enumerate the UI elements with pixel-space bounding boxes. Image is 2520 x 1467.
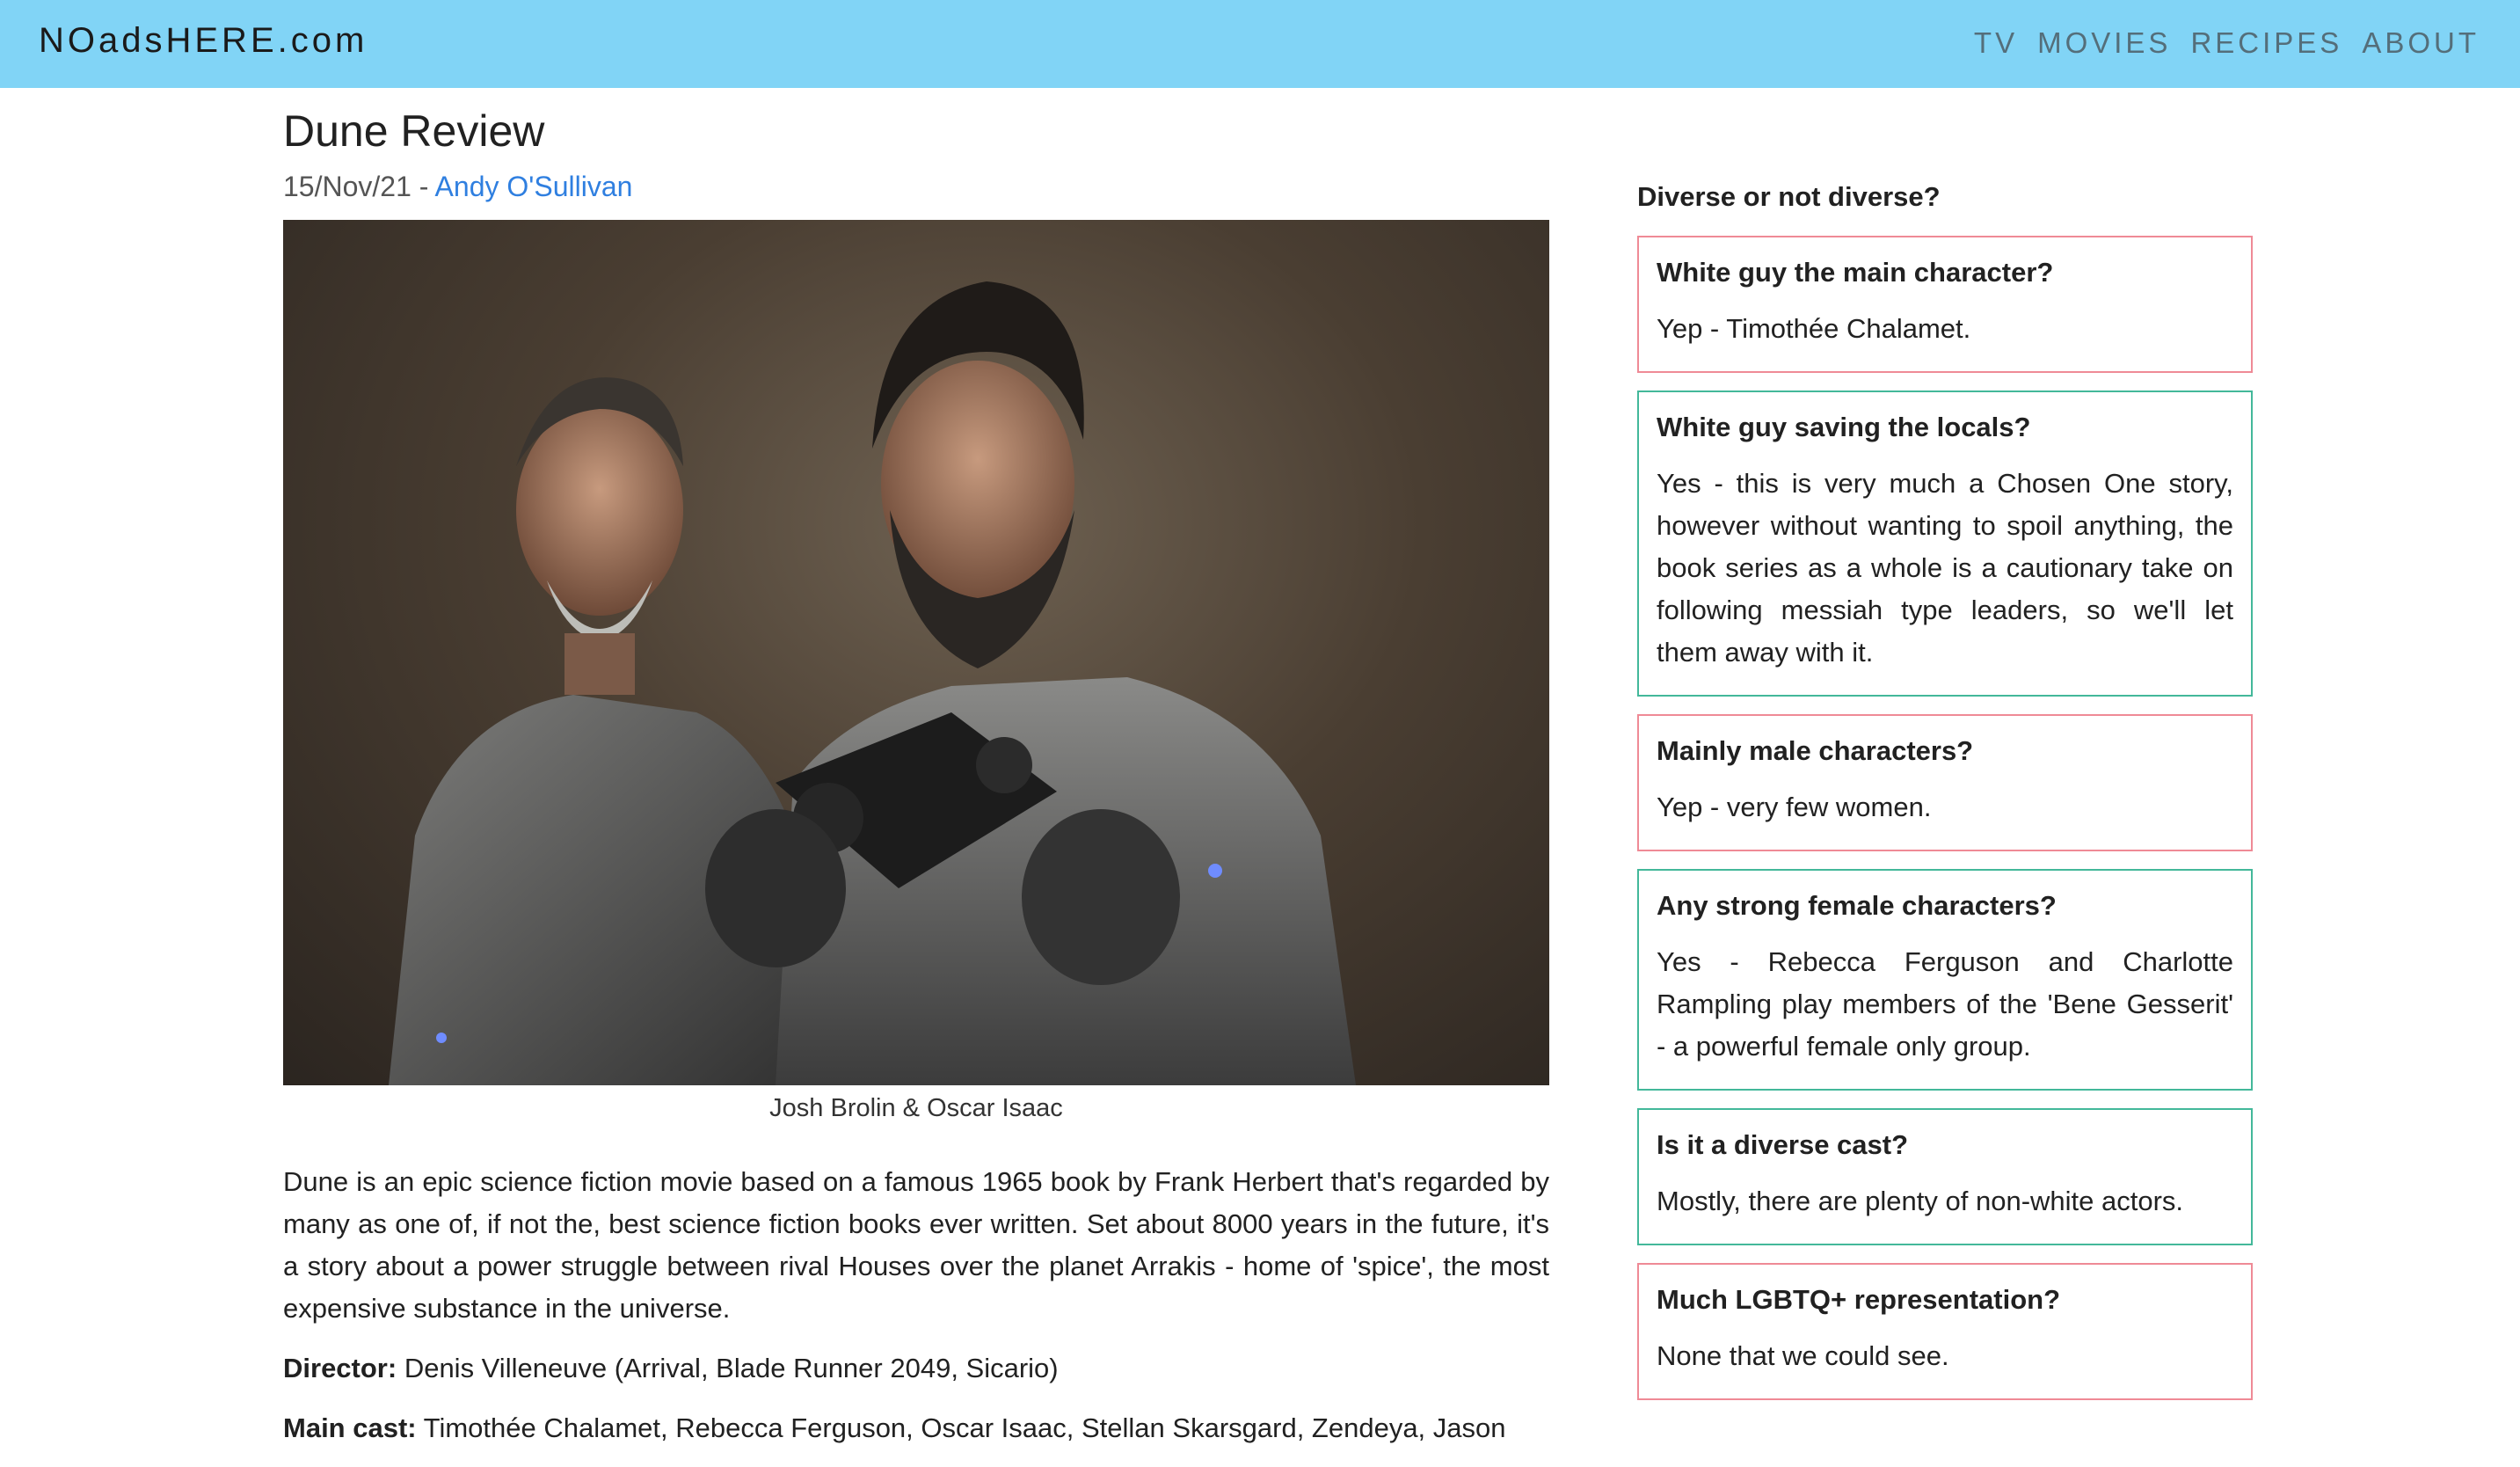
director-label: Director: bbox=[283, 1353, 397, 1383]
article-intro: Dune is an epic science fiction movie ba… bbox=[283, 1166, 1549, 1324]
card-question: Mainly male characters? bbox=[1657, 735, 1974, 766]
hero-photo-illustration bbox=[389, 281, 1356, 1085]
diversity-sidebar: Diverse or not diverse? White guy the ma… bbox=[1637, 176, 2253, 1418]
card-answer: Yep - Timothée Chalamet. bbox=[1657, 313, 1971, 344]
hero-image bbox=[283, 220, 1549, 1085]
diversity-card: Mainly male characters? Yep - very few w… bbox=[1637, 714, 2253, 851]
nav-about-link[interactable]: ABOUT bbox=[2362, 26, 2480, 60]
article-meta: 15/Nov/21 - Andy O'Sullivan bbox=[283, 171, 632, 203]
card-answer: Yep - very few women. bbox=[1657, 792, 1932, 822]
card-question: Is it a diverse cast? bbox=[1657, 1129, 1909, 1160]
cast-line: Main cast: Timothée Chalamet, Rebecca Fe… bbox=[283, 1407, 1549, 1449]
image-caption: Josh Brolin & Oscar Isaac bbox=[769, 1094, 1063, 1122]
top-nav-bar: NOadsHERE.com TV MOVIES RECIPES ABOUT bbox=[0, 0, 2520, 88]
card-answer: Mostly, there are plenty of non-white ac… bbox=[1657, 1186, 2184, 1216]
diversity-card: Much LGBTQ+ representation? None that we… bbox=[1637, 1263, 2253, 1400]
diversity-card: White guy the main character? Yep - Timo… bbox=[1637, 236, 2253, 373]
cast-label: Main cast: bbox=[283, 1412, 417, 1443]
director-line: Director: Denis Villeneuve (Arrival, Bla… bbox=[283, 1347, 1549, 1390]
diversity-card: Any strong female characters? Yes - Rebe… bbox=[1637, 869, 2253, 1091]
main-nav: TV MOVIES RECIPES ABOUT bbox=[1974, 26, 2480, 60]
nav-tv-link[interactable]: TV bbox=[1974, 26, 2018, 60]
card-question: Any strong female characters? bbox=[1657, 890, 2057, 921]
card-answer: Yes - this is very much a Chosen One sto… bbox=[1657, 468, 2233, 668]
site-logo[interactable]: NOadsHERE.com bbox=[39, 21, 368, 61]
card-answer: None that we could see. bbox=[1657, 1340, 1949, 1371]
author-link[interactable]: Andy O'Sullivan bbox=[435, 171, 633, 202]
cast-value: Timothée Chalamet, Rebecca Ferguson, Osc… bbox=[416, 1412, 1506, 1443]
article-date: 15/Nov/21 - bbox=[283, 171, 435, 202]
card-question: Much LGBTQ+ representation? bbox=[1657, 1284, 2061, 1315]
article-title: Dune Review bbox=[283, 106, 545, 156]
nav-movies-link[interactable]: MOVIES bbox=[2037, 26, 2171, 60]
diversity-card: Is it a diverse cast? Mostly, there are … bbox=[1637, 1108, 2253, 1245]
card-question: White guy saving the locals? bbox=[1657, 412, 2031, 442]
card-answer: Yes - Rebecca Ferguson and Charlotte Ram… bbox=[1657, 946, 2233, 1062]
director-value: Denis Villeneuve (Arrival, Blade Runner … bbox=[397, 1353, 1059, 1383]
card-question: White guy the main character? bbox=[1657, 257, 2054, 288]
diversity-card: White guy saving the locals? Yes - this … bbox=[1637, 390, 2253, 697]
nav-recipes-link[interactable]: RECIPES bbox=[2190, 26, 2342, 60]
sidebar-heading: Diverse or not diverse? bbox=[1637, 181, 1941, 212]
article-body: Dune is an epic science fiction movie ba… bbox=[283, 1161, 1549, 1467]
